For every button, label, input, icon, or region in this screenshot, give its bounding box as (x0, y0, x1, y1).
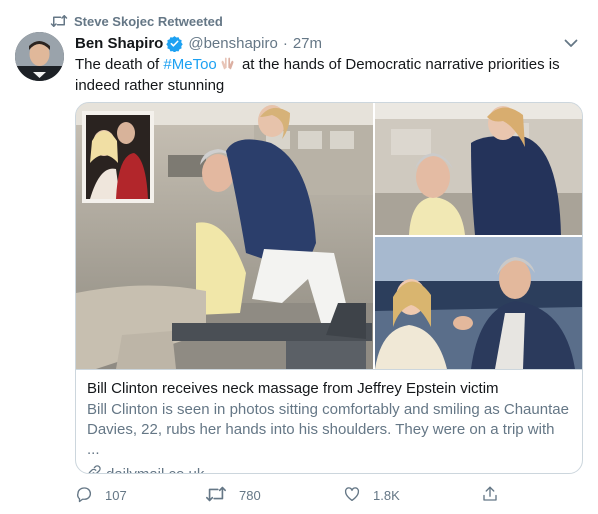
verified-badge-icon (166, 35, 184, 52)
retweet-count: 780 (239, 487, 261, 503)
author-name[interactable]: Ben Shapiro (75, 35, 163, 52)
reply-icon (75, 485, 105, 506)
retweet-context[interactable]: Steve Skojec Retweeted (50, 12, 223, 30)
tweet-actions: 107 780 1.8K (75, 484, 575, 506)
card-photo-top-right[interactable] (375, 103, 582, 235)
retweet-button[interactable]: 780 (205, 484, 261, 506)
card-text-section[interactable]: Bill Clinton receives neck massage from … (76, 369, 582, 473)
reply-button[interactable]: 107 (75, 484, 127, 506)
card-photo-bottom-right[interactable] (375, 237, 582, 369)
link-icon (87, 464, 106, 473)
card-title: Bill Clinton receives neck massage from … (87, 380, 499, 397)
reply-count: 107 (105, 487, 127, 503)
chevron-down-icon[interactable] (562, 34, 580, 52)
retweeted-by-text: Steve Skojec Retweeted (74, 13, 223, 29)
tweet-header: Ben Shapiro @benshapiro · 27m (75, 33, 580, 53)
card-domain-text: dailymail.co.uk (106, 465, 205, 474)
share-icon (481, 485, 511, 506)
share-button[interactable] (481, 484, 511, 506)
author-handle[interactable]: @benshapiro (188, 35, 277, 52)
raising-hands-emoji-icon (219, 55, 236, 72)
retweet-icon (50, 14, 68, 31)
avatar[interactable] (15, 32, 64, 81)
card-description: Bill Clinton is seen in photos sitting c… (87, 401, 569, 458)
like-button[interactable]: 1.8K (343, 484, 400, 506)
like-count: 1.8K (373, 487, 400, 503)
separator-dot: · (282, 34, 288, 52)
hashtag-link[interactable]: #MeToo (163, 56, 216, 73)
like-icon (343, 485, 373, 506)
card-media[interactable] (76, 103, 582, 369)
tweet-text-start: The death of (75, 56, 164, 73)
card-domain: dailymail.co.uk (87, 464, 571, 474)
tweet-text: The death of #MeToo at the hands of Demo… (75, 54, 575, 96)
retweet-icon (205, 485, 239, 506)
card-photo-main[interactable] (76, 103, 373, 369)
link-preview-card[interactable]: Bill Clinton receives neck massage from … (75, 102, 583, 474)
tweet-timestamp[interactable]: 27m (293, 35, 322, 52)
